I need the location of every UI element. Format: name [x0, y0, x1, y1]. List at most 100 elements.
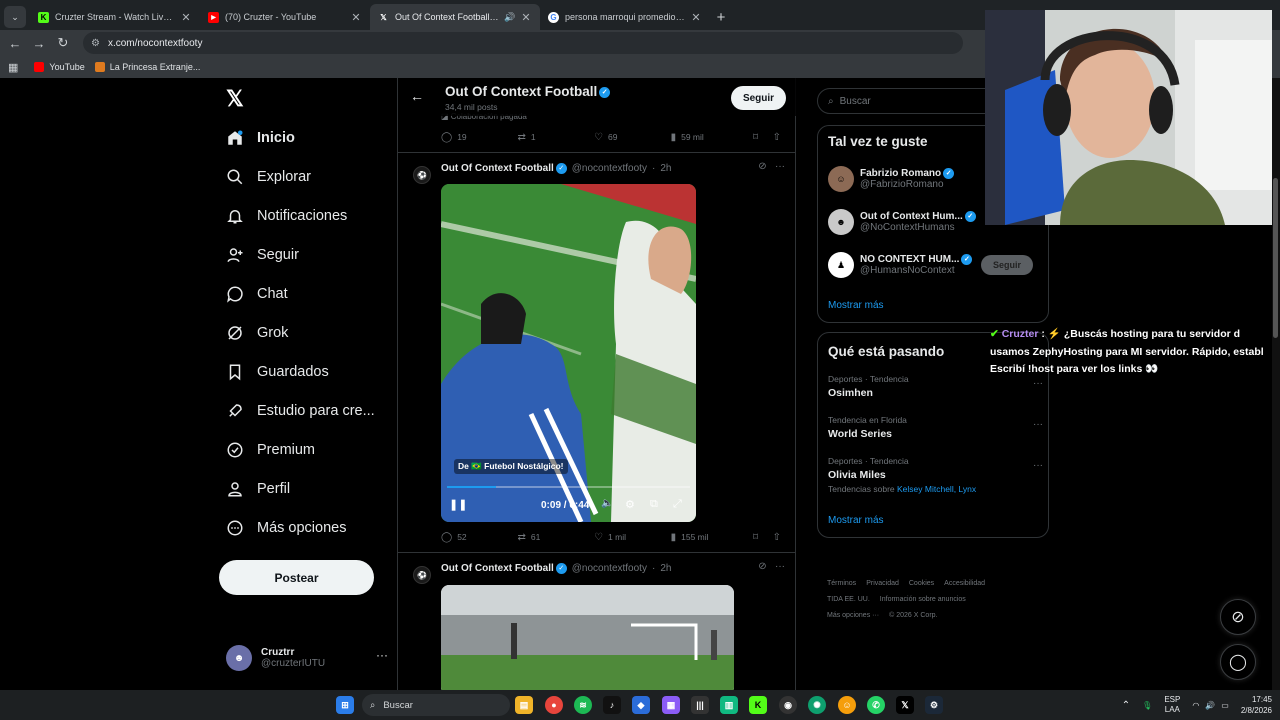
more-dots-icon[interactable]: ···	[775, 561, 785, 572]
chat-fab-icon[interactable]: ◯	[1220, 644, 1256, 680]
app-grid-icon[interactable]: ▦	[662, 696, 680, 714]
share-button[interactable]: ⇧	[773, 132, 786, 143]
author-name[interactable]: Out Of Context Football	[441, 163, 554, 174]
author-handle[interactable]: @nocontextfooty	[572, 163, 647, 174]
new-tab-button[interactable]: +	[710, 6, 732, 28]
wifi-icon[interactable]: ◠	[1192, 701, 1199, 710]
browser-tab-active[interactable]: 𝕏 Out Of Context Football (@ 🔊 ✕	[370, 4, 540, 30]
nav-item-notificaciones[interactable]: Notificaciones	[226, 203, 347, 229]
close-tab-icon[interactable]: ✕	[690, 11, 702, 24]
nav-item-explorar[interactable]: Explorar	[226, 164, 311, 190]
bookmark-button[interactable]: ⌑	[753, 532, 773, 543]
pip-icon[interactable]: ⧉	[650, 498, 658, 511]
file-explorer-icon[interactable]: ▤	[515, 696, 533, 714]
volume-icon[interactable]: 🔊	[1205, 701, 1215, 710]
trend-item[interactable]: Tendencia en Florida World Series ···	[828, 415, 1043, 440]
reply-button[interactable]: ◯ 52	[441, 532, 518, 543]
reply-button[interactable]: ◯ 19	[441, 132, 518, 143]
back-arrow-icon[interactable]: ←	[3, 31, 27, 55]
whatsapp-icon[interactable]: ✆	[867, 696, 885, 714]
battery-icon[interactable]: ▭	[1221, 701, 1229, 710]
avatar[interactable]: ⚽	[413, 566, 431, 584]
bookmark-youtube[interactable]: YouTube	[34, 62, 85, 72]
reload-icon[interactable]: ↻	[51, 31, 75, 55]
audio-app-icon[interactable]: |||	[691, 696, 709, 714]
browser-tab[interactable]: K Cruzter Stream - Watch Live on ✕	[30, 4, 200, 30]
apps-grid-icon[interactable]: ▦	[8, 61, 18, 74]
grok-fab-icon[interactable]: ⊘	[1220, 599, 1256, 635]
repost-button[interactable]: ⇄ 61	[518, 532, 595, 543]
suggested-account[interactable]: ♟ NO CONTEXT HUM... ✓ @HumansNoContext Se…	[828, 250, 1043, 280]
author-handle[interactable]: @nocontextfooty	[572, 563, 647, 574]
show-more-link[interactable]: Mostrar más	[828, 300, 884, 311]
video-player[interactable]: De 🇧🇷 Futebol Nostálgico! ❚❚ 0:09 / 0:44…	[441, 184, 696, 522]
volume-icon[interactable]: 🔈	[601, 498, 613, 509]
app-icon[interactable]: ▥	[720, 696, 738, 714]
microphone-icon[interactable]: 🎙	[1142, 701, 1152, 710]
language-indicator[interactable]: ESP LAA	[1164, 695, 1180, 715]
more-dots-icon[interactable]: ···	[775, 161, 785, 172]
page-scrollbar[interactable]	[1272, 78, 1280, 690]
grok-icon[interactable]: ⊘	[758, 161, 766, 172]
follow-button[interactable]: Seguir	[731, 86, 786, 110]
windows-start-icon[interactable]: ⊞	[336, 696, 354, 714]
tweet-time[interactable]: 2h	[660, 563, 671, 574]
browser-tab[interactable]: G persona marroqui promedio - B ✕	[540, 4, 710, 30]
footer-link[interactable]: Términos	[827, 580, 856, 587]
footer-link[interactable]: Información sobre anuncios	[880, 596, 966, 603]
close-tab-icon[interactable]: ✕	[350, 11, 362, 24]
footer-link[interactable]: Más opciones ···	[827, 612, 879, 619]
close-tab-icon[interactable]: ✕	[520, 11, 532, 24]
steam-icon[interactable]: ⚙	[925, 696, 943, 714]
close-tab-icon[interactable]: ✕	[180, 11, 192, 24]
more-dots-icon[interactable]: ···	[1033, 419, 1043, 430]
footer-link[interactable]: Accesibilidad	[944, 580, 985, 587]
pause-icon[interactable]: ❚❚	[449, 498, 467, 511]
avatar[interactable]: ⚽	[413, 166, 431, 184]
app-icon[interactable]: ◆	[632, 696, 650, 714]
nav-item-premium[interactable]: Premium	[226, 437, 315, 463]
taskbar-search[interactable]: ⌕ Buscar	[362, 694, 510, 716]
account-switcher[interactable]: ☻ Cruztrr @cruzterIUTU ···	[226, 642, 388, 674]
footer-link[interactable]: Cookies	[909, 580, 934, 587]
site-info-icon[interactable]: ⚙	[91, 38, 100, 49]
more-dots-icon[interactable]: ···	[1033, 378, 1043, 389]
chrome-icon[interactable]: ●	[545, 696, 563, 714]
nav-item-inicio[interactable]: Inicio	[226, 125, 295, 151]
nav-item-seguir[interactable]: Seguir	[226, 242, 299, 268]
follow-button[interactable]: Seguir	[981, 255, 1033, 275]
share-button[interactable]: ⇧	[773, 532, 786, 543]
audio-playing-icon[interactable]: 🔊	[504, 12, 516, 23]
x-logo-icon[interactable]: 𝕏	[226, 88, 248, 110]
nav-item-estudio[interactable]: Estudio para cre...	[226, 398, 375, 424]
bookmark-button[interactable]: ⌑	[753, 132, 773, 143]
settings-gear-icon[interactable]: ⚙	[625, 498, 635, 511]
grok-icon[interactable]: ⊘	[758, 561, 766, 572]
like-button[interactable]: ♡ 69	[594, 132, 671, 143]
tweet-time[interactable]: 2h	[660, 163, 671, 174]
app-icon[interactable]: ☺	[838, 696, 856, 714]
obs-icon[interactable]: ◉	[779, 696, 797, 714]
video-player[interactable]	[441, 585, 734, 690]
video-progress-track[interactable]	[447, 486, 690, 488]
tab-search-dropdown[interactable]: ⌄	[4, 6, 26, 28]
tiktok-icon[interactable]: ♪	[603, 696, 621, 714]
chevron-up-icon[interactable]: ⌃	[1122, 700, 1130, 711]
trend-item[interactable]: Deportes · Tendencia Olivia Miles Tenden…	[828, 456, 1043, 494]
footer-link[interactable]: Privacidad	[866, 580, 899, 587]
show-more-link[interactable]: Mostrar más	[828, 515, 884, 526]
footer-link[interactable]: TIDA EE. UU.	[827, 596, 870, 603]
fullscreen-icon[interactable]: ⤢	[673, 498, 682, 511]
kick-icon[interactable]: K	[749, 696, 767, 714]
clock[interactable]: 17:45 2/8/2026	[1241, 694, 1272, 716]
views-button[interactable]: ▮ 59 mil	[671, 132, 753, 143]
scrollbar-thumb[interactable]	[1273, 178, 1278, 338]
post-button[interactable]: Postear	[219, 560, 374, 595]
browser-tab[interactable]: ▶ (70) Cruzter - YouTube ✕	[200, 4, 370, 30]
bookmark-princesa[interactable]: La Princesa Extranje...	[94, 62, 200, 72]
like-button[interactable]: ♡ 1 mil	[594, 532, 671, 543]
nav-item-perfil[interactable]: Perfil	[226, 476, 290, 502]
x-app-icon[interactable]: 𝕏	[896, 696, 914, 714]
nav-item-mas-opciones[interactable]: Más opciones	[226, 515, 346, 541]
forward-arrow-icon[interactable]: →	[27, 31, 51, 55]
